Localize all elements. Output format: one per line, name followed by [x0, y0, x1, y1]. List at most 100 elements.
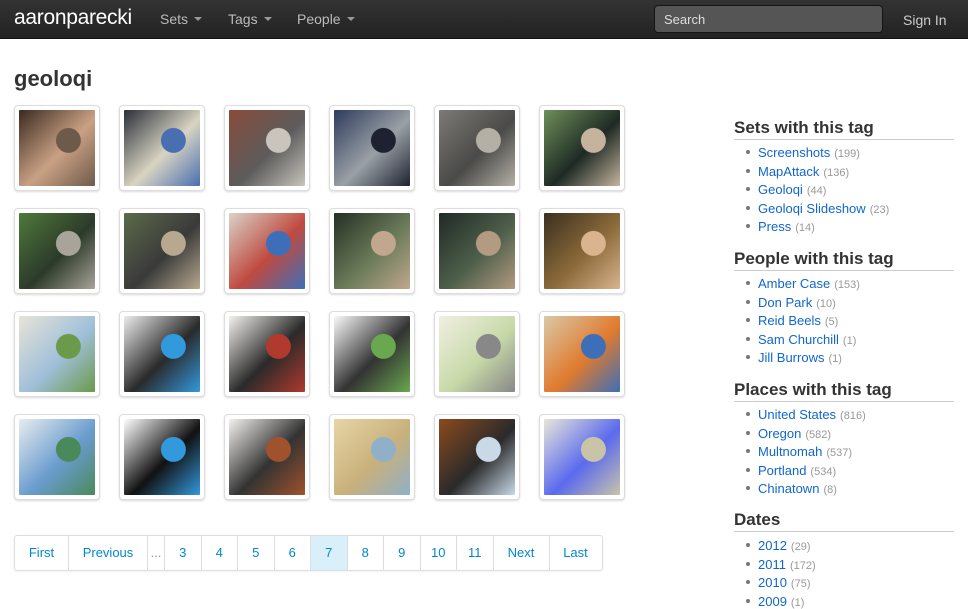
photo-thumbnail[interactable]: [14, 414, 100, 500]
photo-thumbnail[interactable]: [434, 105, 520, 191]
pagination-ellipsis: ...: [148, 536, 165, 570]
sidebar-link[interactable]: Screenshots: [758, 145, 830, 160]
photo-image: [229, 419, 305, 495]
sidebar-link[interactable]: 2010: [758, 575, 787, 590]
sign-in-link[interactable]: Sign In: [903, 12, 947, 28]
item-count: (5): [824, 316, 839, 329]
bullet-icon: [746, 580, 750, 585]
pagination-6[interactable]: 6: [275, 536, 311, 570]
photo-thumbnail[interactable]: [539, 414, 625, 500]
photo-thumbnail[interactable]: [329, 105, 415, 191]
bullet-icon: [746, 430, 750, 435]
sidebar-list-item: Geoloqi (44): [746, 181, 889, 200]
item-count: (534): [810, 465, 837, 478]
sidebar-link[interactable]: Amber Case: [758, 276, 830, 291]
pagination: First Previous... 3 4 5 6 7 8 9 10 11 Next Last: [14, 535, 603, 571]
people-list: Amber Case (153) Don Park (10) Reid Beels (5)…: [746, 275, 860, 368]
item-count: (199): [834, 148, 860, 160]
photo-thumbnail[interactable]: [539, 105, 625, 191]
nav-tags-dropdown[interactable]: Tags: [228, 11, 272, 27]
sets-heading: Sets with this tag: [734, 118, 954, 140]
photo-image: [19, 110, 95, 186]
pagination-5[interactable]: 5: [238, 536, 275, 570]
photo-thumbnail[interactable]: [224, 105, 310, 191]
bullet-icon: [746, 449, 750, 454]
pagination-previous[interactable]: Previous: [69, 536, 148, 570]
item-count: (8): [823, 484, 837, 497]
photo-thumbnail[interactable]: [329, 208, 415, 294]
sidebar-link[interactable]: Don Park: [758, 295, 812, 310]
photo-thumbnail[interactable]: [119, 208, 205, 294]
sidebar-link[interactable]: Geoloqi: [758, 182, 803, 197]
sidebar-link[interactable]: Sam Churchill: [758, 332, 839, 347]
pagination-9[interactable]: 9: [384, 536, 421, 570]
top-navbar: aaronparecki Sets Tags People Sign In: [0, 0, 968, 39]
chevron-down-icon: [263, 17, 272, 21]
photo-thumbnail[interactable]: [539, 208, 625, 294]
nav-sets-label: Sets: [160, 11, 189, 27]
item-count: (1): [828, 353, 842, 366]
sidebar-link[interactable]: 2011: [758, 557, 786, 572]
photo-thumbnail[interactable]: [224, 414, 310, 500]
sidebar-link[interactable]: Press: [758, 219, 791, 234]
photo-thumbnail[interactable]: [329, 414, 415, 500]
photo-image: [124, 316, 200, 392]
sidebar-link[interactable]: Multnomah: [758, 444, 822, 459]
photo-thumbnail[interactable]: [539, 311, 625, 397]
sidebar-link[interactable]: Reid Beels: [758, 313, 821, 328]
sidebar-link[interactable]: Portland: [758, 463, 806, 478]
nav-people-dropdown[interactable]: People: [297, 11, 355, 27]
pagination-4[interactable]: 4: [202, 536, 238, 570]
photo-thumbnail[interactable]: [119, 311, 205, 397]
photo-thumbnail[interactable]: [14, 105, 100, 191]
photo-thumbnail[interactable]: [224, 311, 310, 397]
pagination-10[interactable]: 10: [421, 536, 457, 570]
pagination-last[interactable]: Last: [550, 536, 602, 570]
sidebar-link[interactable]: 2012: [758, 538, 787, 553]
pagination-7[interactable]: 7: [311, 536, 348, 570]
sidebar-list-item: MapAttack (136): [746, 163, 889, 182]
bullet-icon: [746, 467, 750, 472]
dates-heading: Dates: [734, 510, 954, 532]
sidebar-list-item: Oregon (582): [746, 425, 866, 444]
sidebar-list-item: 2011 (172): [746, 556, 816, 575]
sidebar-link[interactable]: Geoloqi Slideshow: [758, 201, 866, 216]
search-input[interactable]: [654, 5, 883, 33]
sidebar-link[interactable]: Chinatown: [758, 481, 819, 496]
pagination-next[interactable]: Next: [494, 536, 550, 570]
bullet-icon: [746, 168, 750, 173]
sidebar-list-item: Reid Beels (5): [746, 312, 860, 331]
photo-thumbnail[interactable]: [224, 208, 310, 294]
bullet-icon: [746, 187, 750, 192]
bullet-icon: [746, 598, 750, 603]
photo-image: [544, 316, 620, 392]
sidebar-link[interactable]: Oregon: [758, 426, 801, 441]
photo-thumbnail[interactable]: [434, 414, 520, 500]
pagination-11[interactable]: 11: [457, 536, 494, 570]
photo-thumbnail[interactable]: [14, 208, 100, 294]
sidebar-list-item: Geoloqi Slideshow (23): [746, 200, 889, 219]
pagination-3[interactable]: 3: [165, 536, 202, 570]
item-count: (816): [840, 410, 866, 422]
photo-thumbnail[interactable]: [14, 311, 100, 397]
photo-image: [229, 213, 305, 289]
photo-thumbnail[interactable]: [434, 311, 520, 397]
sidebar-link[interactable]: MapAttack: [758, 164, 819, 179]
nav-sets-dropdown[interactable]: Sets: [160, 11, 203, 27]
pagination-8[interactable]: 8: [348, 536, 384, 570]
photo-thumbnail[interactable]: [329, 311, 415, 397]
places-heading: Places with this tag: [734, 380, 954, 402]
photo-thumbnail[interactable]: [434, 208, 520, 294]
photo-thumbnail[interactable]: [119, 414, 205, 500]
pagination-first[interactable]: First: [15, 536, 69, 570]
photo-image: [19, 213, 95, 289]
site-brand-link[interactable]: aaronparecki: [14, 6, 132, 30]
sidebar-link[interactable]: 2009: [758, 594, 787, 609]
photo-image: [334, 419, 410, 495]
photo-thumbnail[interactable]: [119, 105, 205, 191]
sidebar-list-item: Jill Burrows (1): [746, 349, 860, 368]
bullet-icon: [746, 205, 750, 210]
bullet-icon: [746, 299, 750, 304]
sidebar-link[interactable]: United States: [758, 407, 836, 422]
sidebar-link[interactable]: Jill Burrows: [758, 350, 824, 365]
